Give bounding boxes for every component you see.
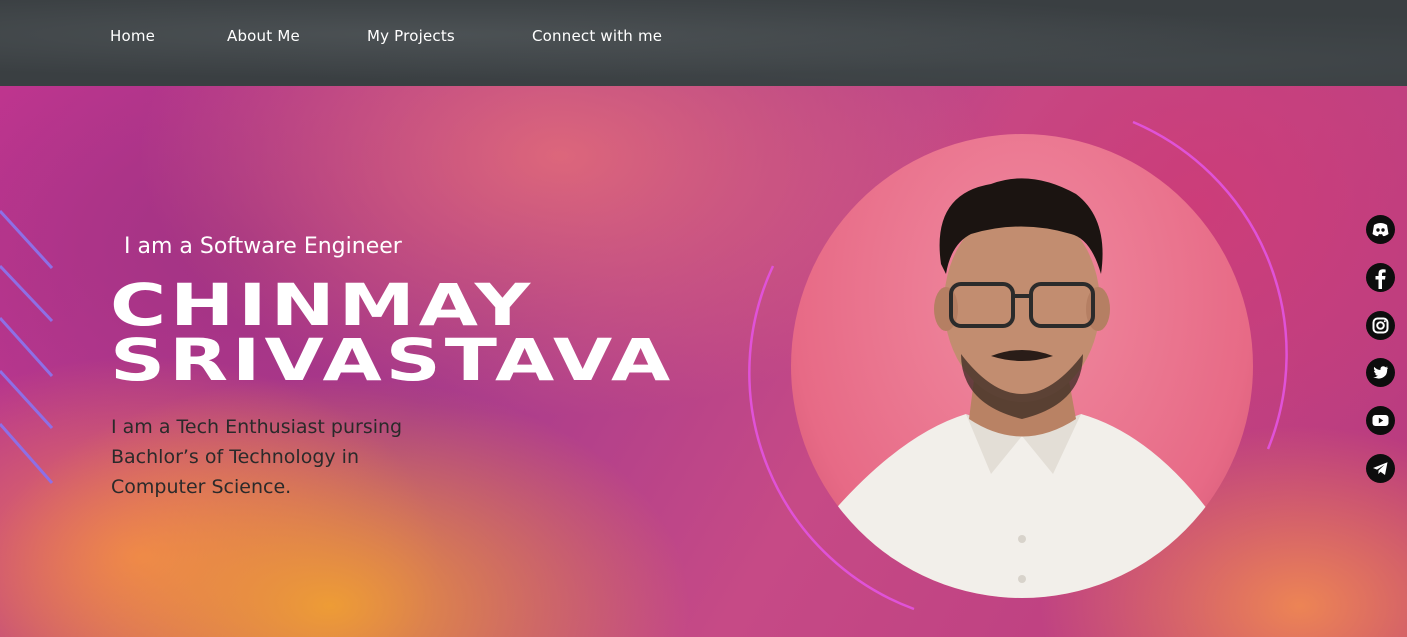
nav-projects-link[interactable]: My Projects [367, 27, 455, 45]
profile-photo [791, 134, 1253, 598]
youtube-icon[interactable] [1366, 406, 1395, 435]
hero-tagline: I am a Software Engineer [124, 234, 402, 259]
facebook-icon[interactable] [1366, 263, 1395, 292]
decorative-stripes [0, 209, 54, 484]
telegram-icon[interactable] [1366, 454, 1395, 483]
nav-about-link[interactable]: About Me [227, 27, 300, 45]
hero-section: I am a Software Engineer CHINMAY SRIVAST… [0, 86, 1407, 637]
discord-icon[interactable] [1366, 215, 1395, 244]
nav-home-link[interactable]: Home [110, 27, 155, 45]
twitter-icon[interactable] [1366, 358, 1395, 387]
top-navigation: Home About Me My Projects Connect with m… [0, 0, 1407, 86]
nav-connect-link[interactable]: Connect with me [532, 27, 662, 45]
profile-illustration [811, 178, 1231, 598]
hero-description: I am a Tech Enthusiast pursing Bachlor’s… [111, 416, 403, 498]
instagram-icon[interactable] [1366, 311, 1395, 340]
hero-name-last: SRIVASTAVA [110, 326, 675, 394]
